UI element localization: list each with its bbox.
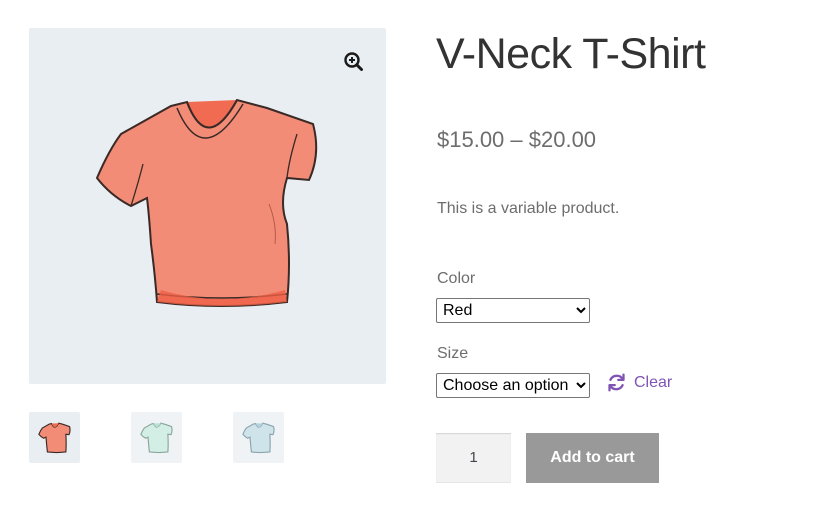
- clear-variations-link[interactable]: Clear: [606, 372, 672, 393]
- product-main-image[interactable]: [29, 28, 386, 384]
- color-label: Color: [437, 270, 476, 287]
- product-page: V-Neck T-Shirt $15.00 – $20.00 This is a…: [0, 0, 830, 518]
- blue-shirt-thumbnail[interactable]: [233, 412, 284, 463]
- color-select[interactable]: Red: [436, 298, 590, 323]
- refresh-icon: [608, 373, 625, 392]
- add-to-cart-button[interactable]: Add to cart: [526, 433, 659, 483]
- zoom-in-icon[interactable]: [342, 50, 366, 74]
- red-v-neck-shirt-image: [95, 98, 318, 307]
- red-shirt-thumbnail[interactable]: [29, 412, 80, 463]
- quantity-input[interactable]: [436, 433, 511, 483]
- product-price: $15.00 – $20.00: [437, 127, 597, 152]
- product-description: This is a variable product.: [437, 200, 620, 217]
- green-shirt-thumbnail[interactable]: [131, 412, 182, 463]
- size-select[interactable]: Choose an option: [436, 373, 590, 398]
- product-title: V-Neck T-Shirt: [436, 30, 706, 78]
- clear-label: Clear: [634, 373, 673, 391]
- size-label: Size: [437, 345, 469, 362]
